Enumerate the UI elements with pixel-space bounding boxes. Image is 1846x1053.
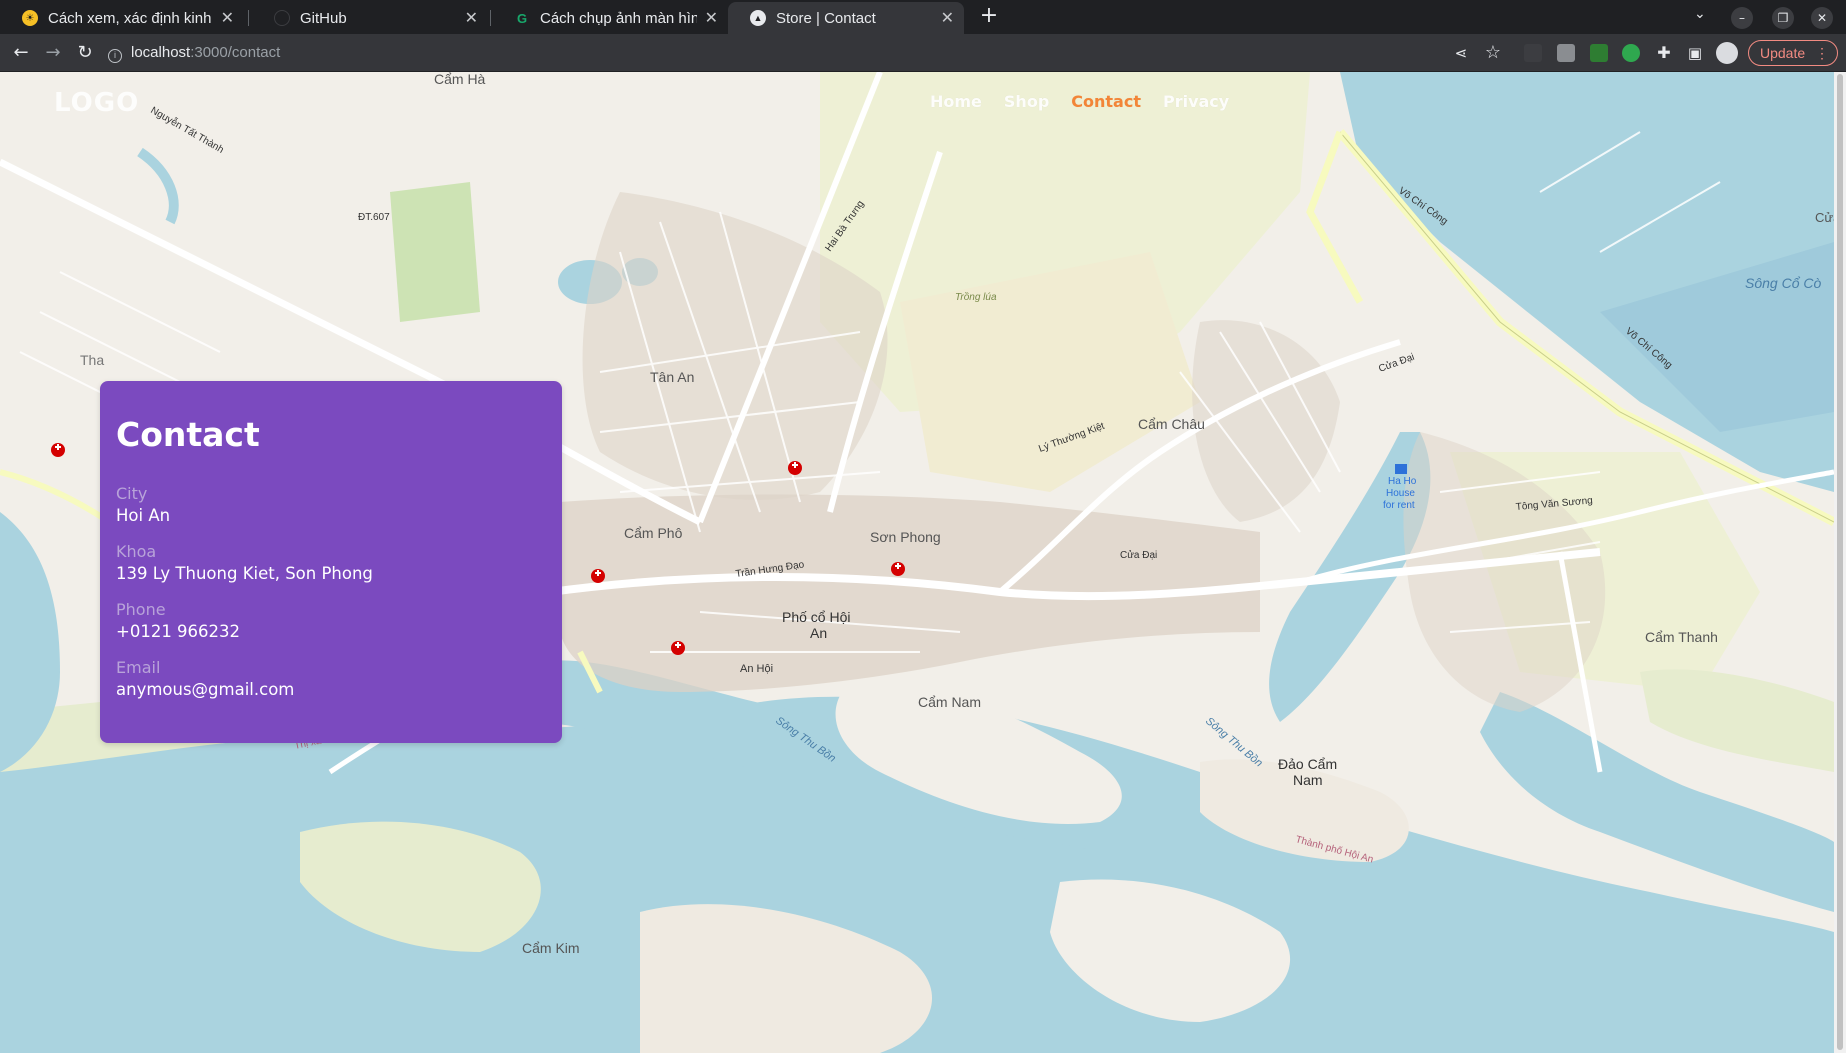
field-value: +0121 966232 <box>116 622 241 641</box>
contact-field-phone: Phone +0121 966232 <box>116 600 546 644</box>
svg-text:Trồng lúa: Trồng lúa <box>955 291 997 303</box>
share-icon[interactable]: ⋖ <box>1450 42 1472 64</box>
svg-text:Ha Ho: Ha Ho <box>1388 476 1417 487</box>
more-menu-icon: ⋮ <box>1815 45 1829 61</box>
bookmark-star-icon[interactable]: ☆ <box>1482 42 1504 64</box>
gc-favicon-icon: G <box>514 10 530 26</box>
close-window-icon[interactable]: ✕ <box>1811 7 1833 29</box>
extension-icon[interactable] <box>1557 44 1575 62</box>
extensions-puzzle-icon[interactable]: ✚ <box>1653 42 1675 64</box>
browser-tab-strip: ☀ Cách xem, xác định kinh ∂ ✕ GitHub ✕ G… <box>0 0 1846 34</box>
svg-text:for rent: for rent <box>1383 500 1415 511</box>
site-info-icon[interactable]: i <box>108 49 122 63</box>
browser-tab-active[interactable]: ▲ Store | Contact ✕ <box>728 2 964 34</box>
browser-tab[interactable]: G Cách chụp ảnh màn hình ✕ <box>492 2 728 34</box>
svg-text:Đảo Cẩm: Đảo Cẩm <box>1278 756 1337 772</box>
svg-text:Cửa Đại: Cửa Đại <box>1120 549 1157 561</box>
sun-favicon-icon: ☀ <box>22 10 38 26</box>
update-label: Update <box>1760 45 1806 61</box>
github-favicon-icon <box>274 10 290 26</box>
new-tab-icon[interactable]: + <box>976 4 1002 30</box>
svg-text:Sông Cổ Cò: Sông Cổ Cò <box>1745 275 1821 291</box>
field-label: Phone <box>116 600 166 619</box>
svg-text:Cẩm Châu: Cẩm Châu <box>1138 416 1205 432</box>
svg-text:Cẩm Thanh: Cẩm Thanh <box>1645 629 1718 645</box>
page-viewport: Cẩm Hà ĐT.607 Tân An Cẩm Châu Cẩm Phô Sơ… <box>0 72 1834 1053</box>
svg-text:Cẩm Nam: Cẩm Nam <box>918 694 981 710</box>
field-label: City <box>116 484 148 503</box>
nav-privacy[interactable]: Privacy <box>1163 92 1229 111</box>
download-extension-icon[interactable] <box>1590 44 1608 62</box>
url-host: localhost <box>131 44 191 61</box>
page-scrollbar[interactable] <box>1834 72 1846 1053</box>
field-value: anymous@gmail.com <box>116 680 295 699</box>
restore-icon[interactable]: ❐ <box>1772 7 1794 29</box>
site-nav: Home Shop Contact Privacy <box>930 92 1251 111</box>
svg-text:Cẩm Phô: Cẩm Phô <box>624 525 683 541</box>
svg-text:Cửa: Cửa <box>1815 210 1834 225</box>
close-tab-icon[interactable]: ✕ <box>465 8 478 28</box>
close-tab-icon[interactable]: ✕ <box>221 8 234 28</box>
back-icon[interactable]: ← <box>10 42 32 64</box>
contact-card: Contact City Hoi An Khoa 139 Ly Thuong K… <box>100 381 562 743</box>
extension-icon[interactable] <box>1524 44 1542 62</box>
forward-icon[interactable]: → <box>42 42 64 64</box>
tab-title: Cách chụp ảnh màn hình <box>540 9 697 27</box>
tab-separator <box>490 10 491 26</box>
svg-text:An Hội: An Hội <box>740 663 773 675</box>
svg-text:Cẩm Hà: Cẩm Hà <box>434 72 486 87</box>
scrollbar-thumb[interactable] <box>1837 74 1843 1050</box>
reload-icon[interactable]: ↻ <box>74 42 96 64</box>
svg-text:ĐT.607: ĐT.607 <box>358 212 390 223</box>
nav-contact[interactable]: Contact <box>1071 92 1141 111</box>
side-panel-icon[interactable]: ▣ <box>1684 42 1706 64</box>
url-path: :3000/contact <box>190 44 281 61</box>
browser-toolbar: ← → ↻ i localhost:3000/contact ⋖ ☆ ✚ ▣ Up… <box>0 34 1846 72</box>
address-bar[interactable]: i localhost:3000/contact <box>108 39 1488 67</box>
nav-home[interactable]: Home <box>930 92 982 111</box>
svg-text:Phố cổ Hội: Phố cổ Hội <box>782 609 850 625</box>
svg-text:Cẩm Kim: Cẩm Kim <box>522 940 580 956</box>
svg-text:House: House <box>1386 488 1415 499</box>
svg-text:An: An <box>810 625 827 641</box>
tab-title: Store | Contact <box>776 9 876 27</box>
store-favicon-icon: ▲ <box>750 10 766 26</box>
nav-shop[interactable]: Shop <box>1004 92 1049 111</box>
close-tab-icon[interactable]: ✕ <box>705 8 718 28</box>
contact-field-khoa: Khoa 139 Ly Thuong Kiet, Son Phong <box>116 542 546 586</box>
svg-text:Sơn Phong: Sơn Phong <box>870 529 941 545</box>
field-value: Hoi An <box>116 506 171 525</box>
svg-text:Tân An: Tân An <box>650 369 694 385</box>
svg-text:Tha: Tha <box>80 352 104 368</box>
browser-tab[interactable]: ☀ Cách xem, xác định kinh ∂ ✕ <box>0 2 244 34</box>
svg-text:Nam: Nam <box>1293 772 1323 788</box>
field-label: Email <box>116 658 161 677</box>
profile-avatar-icon[interactable] <box>1716 42 1738 64</box>
field-value: 139 Ly Thuong Kiet, Son Phong <box>116 564 373 583</box>
extension-icon[interactable] <box>1622 44 1640 62</box>
contact-field-email: Email anymous@gmail.com <box>116 658 546 702</box>
contact-title: Contact <box>116 415 260 454</box>
browser-tab[interactable]: GitHub ✕ <box>252 2 488 34</box>
field-label: Khoa <box>116 542 157 561</box>
tab-title: GitHub <box>300 9 347 27</box>
site-logo[interactable]: LOGO <box>54 88 139 118</box>
tab-search-chevron-icon[interactable]: ⌄ <box>1694 6 1706 22</box>
tab-separator <box>248 10 249 26</box>
close-tab-icon[interactable]: ✕ <box>941 8 954 28</box>
tab-title: Cách xem, xác định kinh ∂ <box>48 9 213 27</box>
minimize-icon[interactable]: – <box>1731 7 1753 29</box>
update-button[interactable]: Update ⋮ <box>1748 40 1838 66</box>
contact-field-city: City Hoi An <box>116 484 546 528</box>
